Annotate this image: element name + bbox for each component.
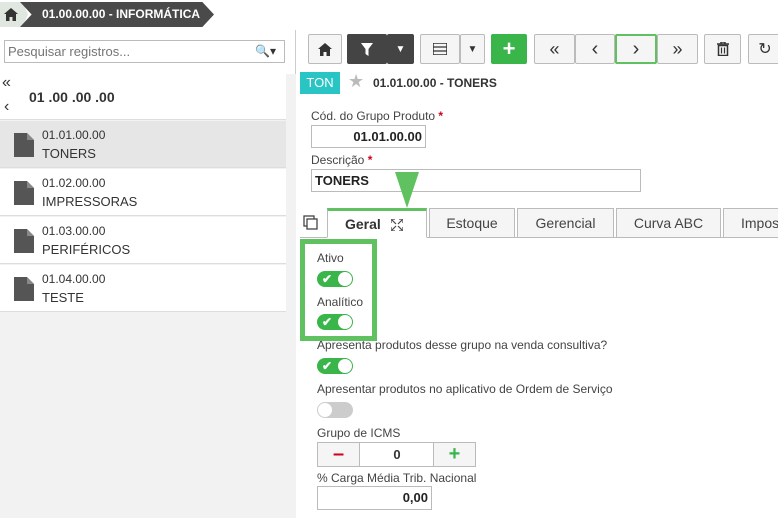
add-button[interactable]: + [491,34,527,64]
list-item[interactable]: 01.01.00.00 TONERS [0,121,286,168]
annotation-arrow [395,172,419,208]
record-badge: TON [300,72,340,94]
search-box: 🔍▾ [4,40,285,63]
item-name: PERIFÉRICOS [42,242,131,257]
double-chevron-left-icon: « [549,38,560,59]
increment-button[interactable]: + [433,443,475,466]
description-label: Descrição * [311,153,373,167]
item-code: 01.01.00.00 [42,128,106,142]
tab-curva-abc[interactable]: Curva ABC [616,208,721,238]
item-name: TESTE [42,290,84,305]
first-record-button[interactable]: « [534,34,575,64]
icms-label: Grupo de ICMS [317,426,401,440]
carga-media-field[interactable]: 0,00 [317,486,432,510]
caret-down-icon: ▼ [467,43,478,55]
filter-icon [361,42,373,56]
next-record-button[interactable]: › [615,34,657,64]
home-icon [318,42,332,56]
filter-button[interactable] [347,34,387,64]
double-chevron-right-icon: » [672,38,683,59]
highlight-box [300,239,377,341]
document-icon [14,229,34,253]
search-icon[interactable]: 🔍▾ [255,44,276,58]
item-code: 01.04.00.00 [42,272,106,286]
filter-dropdown[interactable]: ▼ [387,34,414,64]
record-title: 01.01.00.00 - TONERS [373,76,497,90]
previous-record-button[interactable]: ‹ [575,34,615,64]
grid-icon [433,43,447,55]
collapse-icon[interactable]: « [2,74,11,92]
chevron-right-icon: › [632,37,640,60]
document-icon [14,181,34,205]
tab-geral[interactable]: Geral [327,208,427,238]
top-bar: 01.00.00.00 - INFORMÁTICA [0,0,778,30]
refresh-button[interactable]: ↻ [748,34,778,64]
caret-down-icon: ▼ [395,43,406,55]
document-icon [14,133,34,157]
icms-value[interactable]: 0 [360,443,434,466]
expand-icon[interactable] [391,219,403,231]
list-item[interactable]: 01.02.00.00 IMPRESSORAS [0,169,286,216]
document-icon [14,277,34,301]
icms-stepper: – 0 + [317,442,476,467]
list-item[interactable]: 01.04.00.00 TESTE [0,265,286,312]
back-icon[interactable]: ‹ [4,98,9,116]
description-field[interactable]: TONERS [311,169,641,192]
venda-consultiva-toggle[interactable]: ✔ [317,358,353,374]
tab-bar: Geral Estoque Gerencial Curva ABC Impos [300,208,778,238]
tab-gerencial[interactable]: Gerencial [517,208,614,238]
carga-media-label: % Carga Média Trib. Nacional [317,471,477,485]
refresh-icon: ↻ [758,41,772,58]
trash-icon [716,42,729,56]
search-input[interactable] [5,41,235,62]
tree-header: « ‹ 01 .00 .00 .00 [0,72,286,120]
check-icon: ✔ [322,359,333,373]
current-group-code: 01 .00 .00 .00 [29,89,115,105]
ordem-servico-label: Apresentar produtos no aplicativo de Ord… [317,382,613,396]
grid-view-dropdown[interactable]: ▼ [460,34,485,64]
home-icon [4,8,18,21]
last-record-button[interactable]: » [657,34,698,64]
item-name: IMPRESSORAS [42,194,138,209]
delete-button[interactable] [704,34,741,64]
ordem-servico-toggle[interactable] [317,402,353,418]
left-panel: 🔍▾ « ‹ 01 .00 .00 .00 01.01.00.00 TONERS… [0,30,296,518]
item-name: TONERS [42,146,96,161]
star-icon[interactable]: ★ [348,71,364,92]
grid-view-button[interactable] [420,34,460,64]
chevron-left-icon: ‹ [591,37,599,60]
tab-estoque[interactable]: Estoque [429,208,515,238]
tab-impostos[interactable]: Impos [723,208,778,238]
item-code: 01.03.00.00 [42,224,106,238]
item-code: 01.02.00.00 [42,176,106,190]
code-field[interactable]: 01.01.00.00 [311,125,426,148]
list-item[interactable]: 01.03.00.00 PERIFÉRICOS [0,217,286,264]
breadcrumb-current[interactable]: 01.00.00.00 - INFORMÁTICA [20,2,214,27]
code-label: Cód. do Grupo Produto * [311,109,444,123]
home-button[interactable] [308,34,342,64]
decrement-button[interactable]: – [318,443,360,466]
